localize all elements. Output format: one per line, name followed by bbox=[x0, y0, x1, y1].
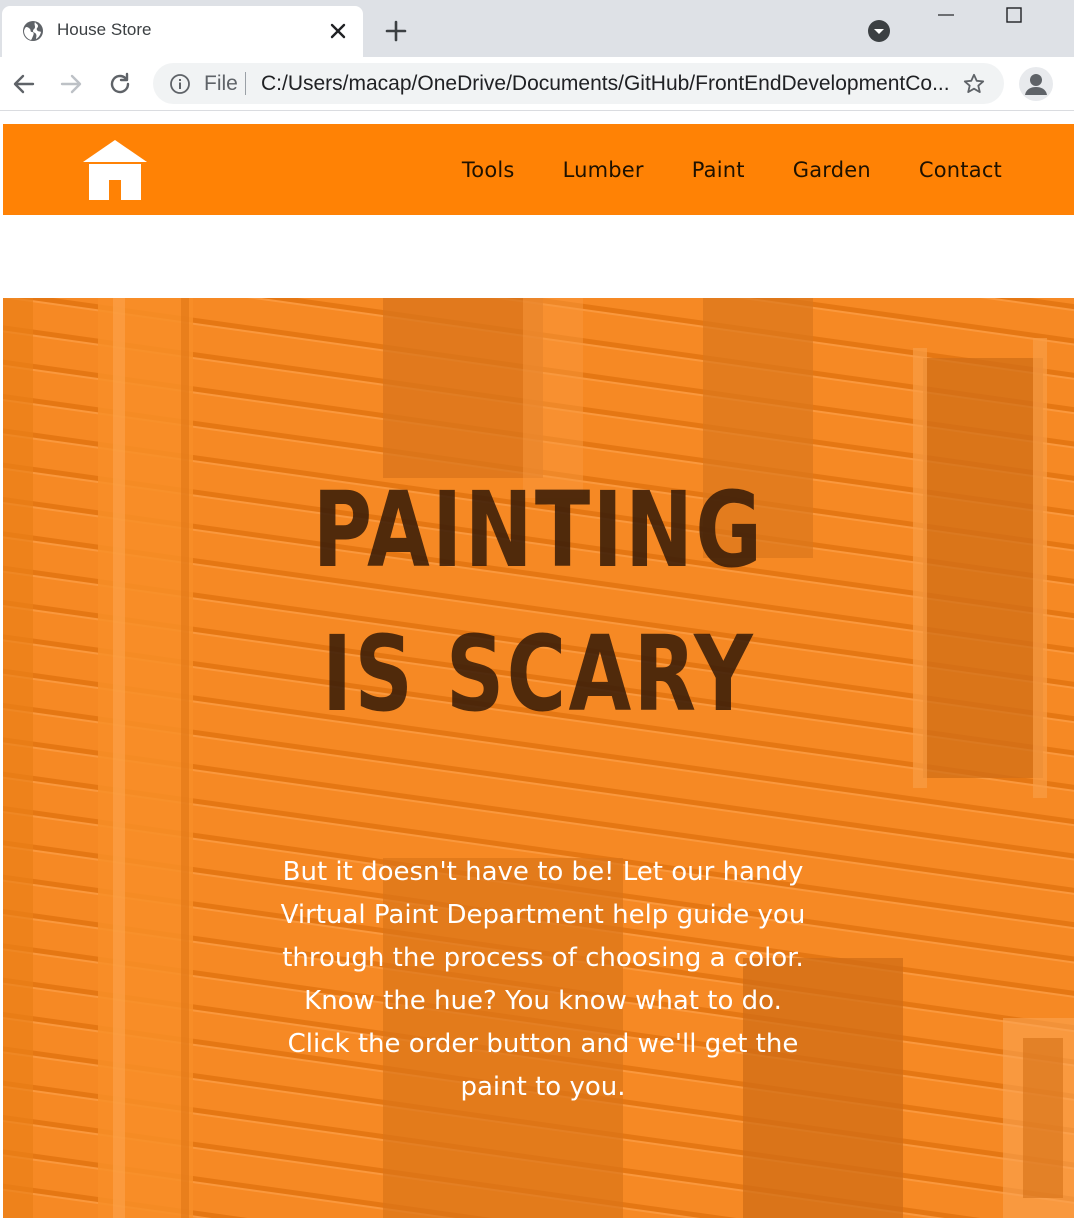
omnibox-divider bbox=[245, 72, 246, 95]
star-icon[interactable] bbox=[962, 72, 986, 96]
forward-arrow-icon[interactable] bbox=[57, 70, 85, 98]
maximize-icon[interactable] bbox=[1005, 6, 1023, 24]
nav-link-contact[interactable]: Contact bbox=[919, 158, 1002, 182]
globe-icon bbox=[23, 21, 43, 41]
hero-description: But it doesn't have to be! Let our handy… bbox=[280, 857, 806, 1102]
nav-link-tools[interactable]: Tools bbox=[462, 158, 515, 182]
tab-title: House Store bbox=[57, 20, 152, 39]
plus-icon[interactable] bbox=[383, 18, 409, 44]
address-bar[interactable]: File C:/Users/macap/OneDrive/Documents/G… bbox=[153, 63, 1004, 104]
nav-link-paint[interactable]: Paint bbox=[692, 158, 745, 182]
hero-title: Painting is scary bbox=[121, 458, 956, 746]
house-icon[interactable] bbox=[81, 138, 149, 200]
hero-title-line-1: Painting bbox=[312, 469, 765, 591]
browser-tab[interactable]: House Store bbox=[2, 6, 363, 57]
hero-title-line-2: is scary bbox=[321, 613, 756, 735]
main-nav: Tools Lumber Paint Garden Contact bbox=[462, 124, 1074, 215]
browser-tab-strip: House Store bbox=[0, 0, 1074, 57]
hero-section: Painting is scary But it doesn't have to… bbox=[3, 298, 1074, 1218]
nav-link-lumber[interactable]: Lumber bbox=[563, 158, 644, 182]
scheme-label: File bbox=[204, 72, 238, 95]
tab-search-icon[interactable] bbox=[866, 18, 892, 44]
minimize-icon[interactable] bbox=[936, 8, 956, 22]
browser-toolbar: File C:/Users/macap/OneDrive/Documents/G… bbox=[0, 57, 1074, 111]
profile-icon[interactable] bbox=[1019, 67, 1053, 101]
close-icon[interactable] bbox=[327, 20, 349, 42]
url-text[interactable]: C:/Users/macap/OneDrive/Documents/GitHub… bbox=[261, 72, 951, 96]
reload-icon[interactable] bbox=[106, 70, 134, 98]
back-arrow-icon[interactable] bbox=[10, 70, 38, 98]
info-icon[interactable] bbox=[169, 73, 191, 95]
nav-link-garden[interactable]: Garden bbox=[793, 158, 871, 182]
site-header: Tools Lumber Paint Garden Contact bbox=[3, 124, 1074, 215]
